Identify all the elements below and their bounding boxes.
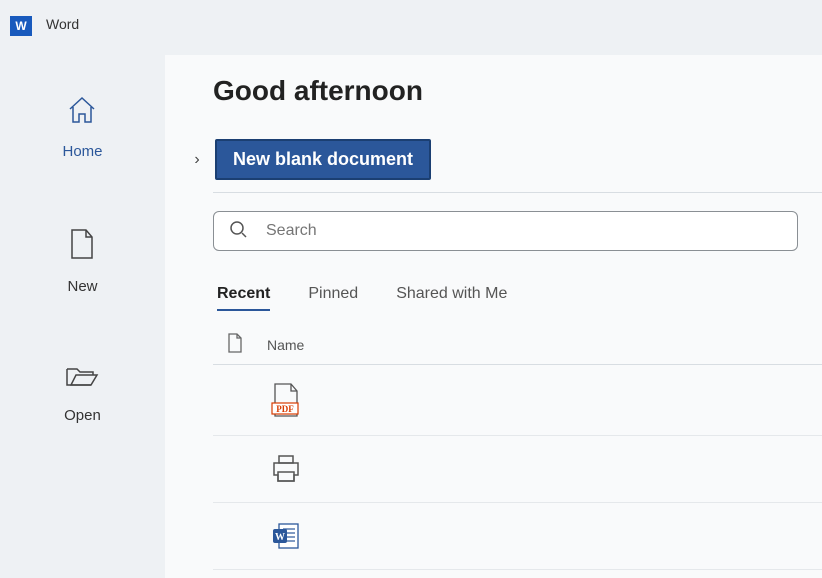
- sidebar: Home New Open: [0, 55, 165, 578]
- sidebar-item-label: Open: [64, 407, 101, 424]
- tab-pinned[interactable]: Pinned: [308, 285, 358, 311]
- search-box[interactable]: [213, 211, 798, 251]
- list-header: Name: [165, 333, 822, 356]
- titlebar: W Word: [0, 0, 822, 55]
- word-app-icon: W: [10, 16, 32, 36]
- document-icon: [227, 333, 243, 356]
- folder-open-icon: [65, 363, 99, 393]
- document-icon: [69, 228, 95, 264]
- app-title: Word: [46, 16, 79, 32]
- chevron-right-icon[interactable]: ›: [189, 151, 205, 169]
- page-title: Good afternoon: [165, 75, 822, 107]
- search-input[interactable]: [266, 222, 783, 240]
- search-icon: [228, 219, 248, 244]
- file-row[interactable]: W: [213, 503, 822, 570]
- sidebar-item-open[interactable]: Open: [64, 363, 101, 424]
- sidebar-item-label: Home: [62, 143, 102, 160]
- tab-recent[interactable]: Recent: [217, 285, 270, 311]
- sidebar-item-home[interactable]: Home: [62, 95, 102, 160]
- printer-icon: [269, 454, 303, 484]
- file-tabs: Recent Pinned Shared with Me: [165, 285, 822, 311]
- main-pane: Good afternoon › New blank document Rece…: [165, 55, 822, 578]
- new-blank-document-button[interactable]: New blank document: [215, 139, 431, 180]
- svg-text:PDF: PDF: [276, 404, 294, 414]
- file-row[interactable]: [213, 436, 822, 503]
- sidebar-item-label: New: [67, 278, 97, 295]
- divider: [213, 192, 822, 193]
- pdf-file-icon: PDF: [269, 383, 303, 417]
- home-icon: [66, 95, 98, 129]
- file-row[interactable]: PDF: [213, 365, 822, 436]
- column-name: Name: [267, 337, 304, 353]
- word-doc-icon: W: [269, 521, 303, 551]
- tab-shared-with-me[interactable]: Shared with Me: [396, 285, 507, 311]
- sidebar-item-new[interactable]: New: [67, 228, 97, 295]
- svg-text:W: W: [275, 532, 285, 543]
